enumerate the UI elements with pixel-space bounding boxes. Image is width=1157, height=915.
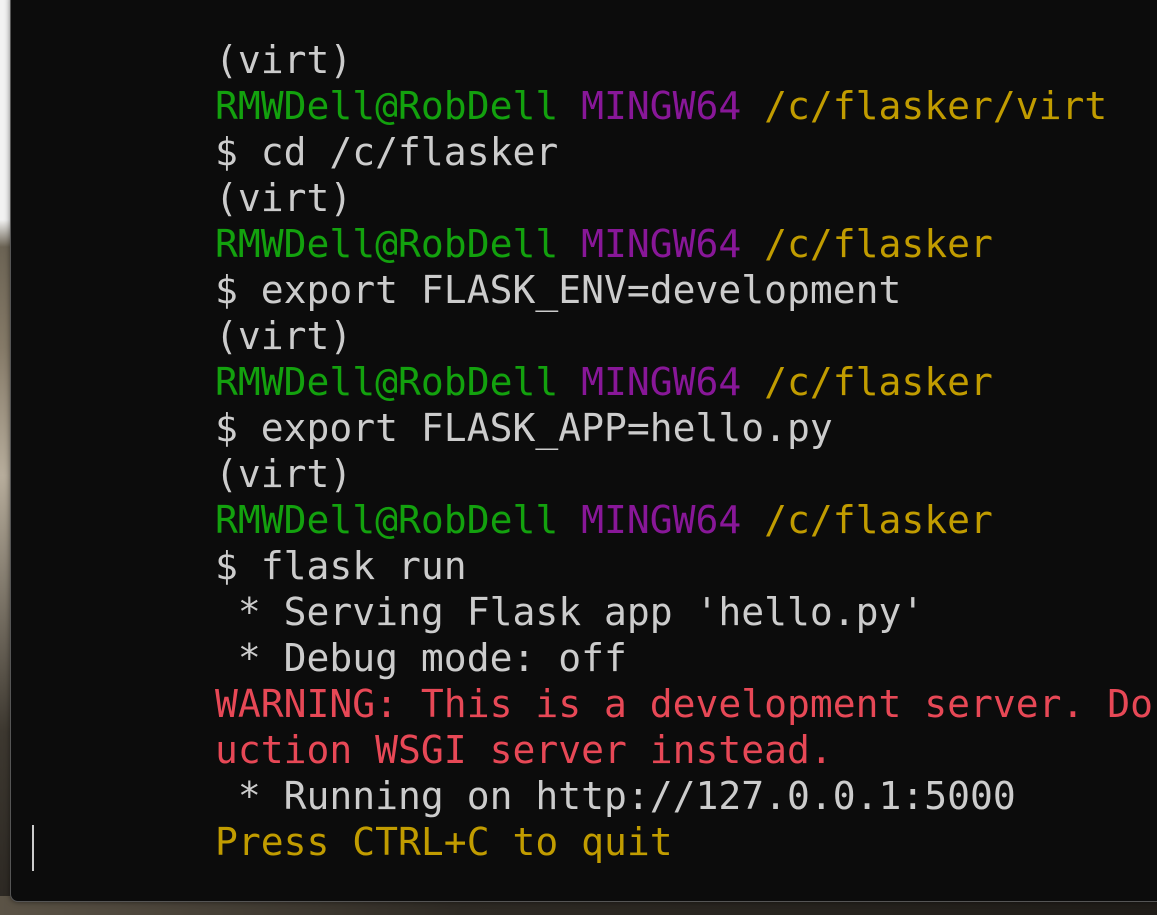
terminal-output-line: * Debug mode: off [32,589,627,680]
terminal-command-line: $ flask run [32,497,467,588]
terminal-line: (virt) [32,129,352,220]
terminal-warning-line: WARNING: This is a development server. D… [32,635,1157,726]
terminal-prompt-line: RMWDell@RobDell MINGW64 /c/flasker [32,175,993,266]
prompt-shell-env: MINGW64 [581,498,742,542]
terminal-line: (virt) [32,267,352,358]
terminal-prompt-line: RMWDell@RobDell MINGW64 /c/flasker [32,451,993,542]
terminal-output[interactable]: (virt) RMWDell@RobDell MINGW64 /c/flaske… [11,0,1157,901]
prompt-shell-env: MINGW64 [581,84,742,128]
quit-instruction: Press CTRL+C to quit [215,820,673,864]
prompt-separator [741,498,764,542]
terminal-output-line: * Serving Flask app 'hello.py' [32,543,924,634]
prompt-separator [741,84,764,128]
terminal-output-line: Press CTRL+C to quit [32,773,673,864]
terminal-command-line: $ cd /c/flasker [32,83,558,174]
terminal-command-line: $ export FLASK_APP=hello.py [32,359,833,450]
terminal-warning-line: uction WSGI server instead. [32,681,833,772]
prompt-separator [558,84,581,128]
terminal-line: (virt) [32,0,352,82]
text-cursor [32,825,34,871]
terminal-prompt-line: RMWDell@RobDell MINGW64 /c/flasker/virt [32,37,1107,128]
terminal-line: (virt) [32,405,352,496]
terminal-window[interactable]: (virt) RMWDell@RobDell MINGW64 /c/flaske… [10,0,1157,902]
terminal-command-line: $ export FLASK_ENV=development [32,221,901,312]
desktop-background: (virt) RMWDell@RobDell MINGW64 /c/flaske… [0,0,1157,915]
terminal-prompt-line: RMWDell@RobDell MINGW64 /c/flasker [32,313,993,404]
prompt-cwd: /c/flasker [764,498,993,542]
prompt-cwd: /c/flasker/virt [764,84,1108,128]
prompt-separator [558,498,581,542]
terminal-output-line: * Running on http://127.0.0.1:5000 [32,727,1016,818]
